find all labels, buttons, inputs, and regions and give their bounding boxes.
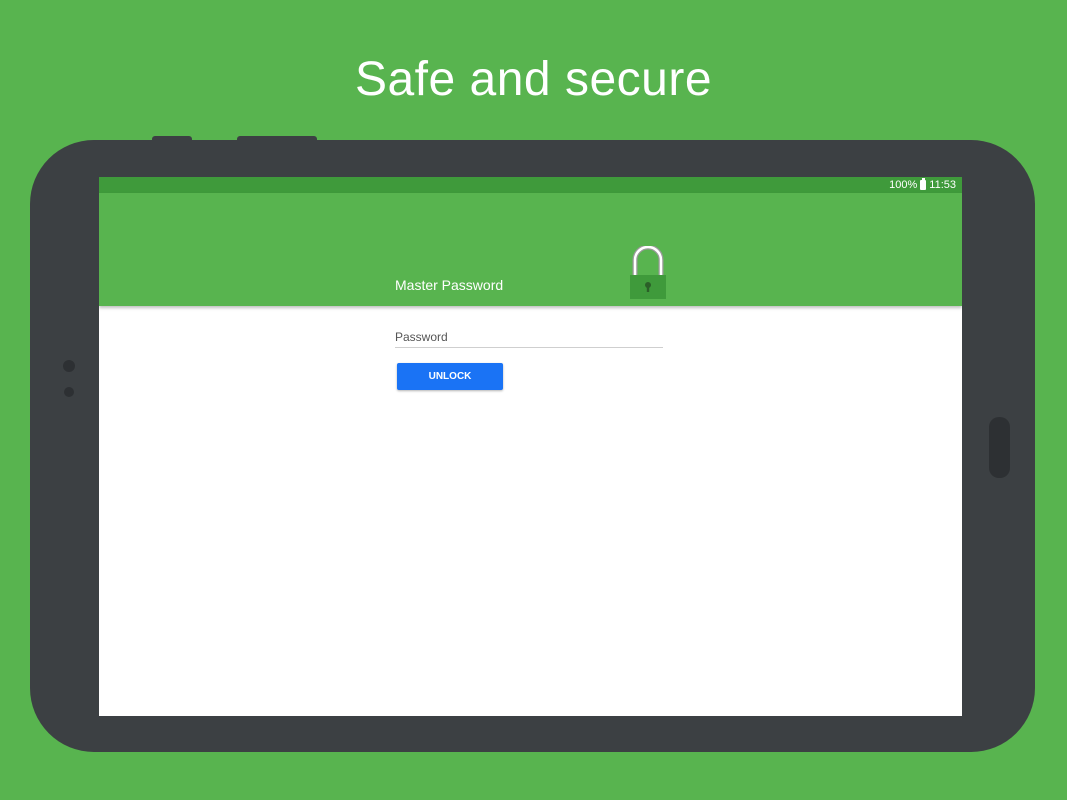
status-bar: 100% 11:53	[99, 177, 962, 193]
headline: Safe and secure	[354, 53, 713, 106]
battery-full-icon	[920, 178, 927, 190]
unlock-button[interactable]: UNLOCK	[397, 363, 503, 390]
padlock-icon	[630, 246, 666, 299]
device-home-button	[989, 417, 1010, 478]
sensor	[64, 387, 74, 397]
device-screen: 100% 11:53 Master Password UNLOCK	[99, 177, 962, 716]
front-camera	[63, 360, 75, 372]
password-field[interactable]	[395, 327, 663, 348]
clock: 11:53	[929, 179, 956, 191]
app-bar: Master Password	[99, 193, 962, 306]
page-title: Master Password	[395, 277, 504, 293]
battery-percent: 100%	[889, 179, 918, 191]
